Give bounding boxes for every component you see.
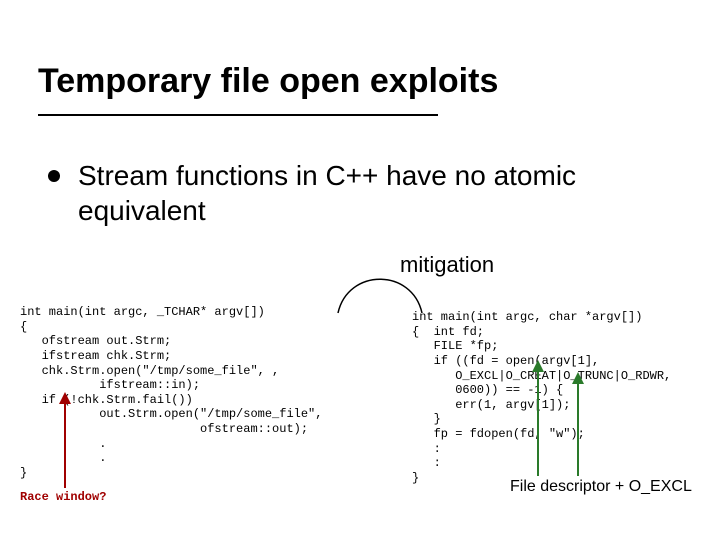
race-arrow-icon	[55, 392, 75, 490]
code-block-right: int main(int argc, char *argv[]) { int f…	[412, 310, 712, 486]
title-wrap: Temporary file open exploits	[38, 62, 682, 101]
fd-arrow-2-icon	[568, 372, 588, 478]
bullet-text: Stream functions in C++ have no atomic e…	[78, 158, 672, 228]
page-title: Temporary file open exploits	[38, 62, 682, 101]
fd-arrow-1-icon	[528, 360, 548, 478]
file-descriptor-label: File descriptor + O_EXCL	[510, 478, 692, 496]
bullet-row: Stream functions in C++ have no atomic e…	[48, 158, 672, 228]
race-window-label: Race window?	[20, 490, 106, 504]
slide: Temporary file open exploits Stream func…	[0, 0, 720, 540]
title-underline	[38, 114, 438, 116]
bullet-icon	[48, 170, 60, 182]
